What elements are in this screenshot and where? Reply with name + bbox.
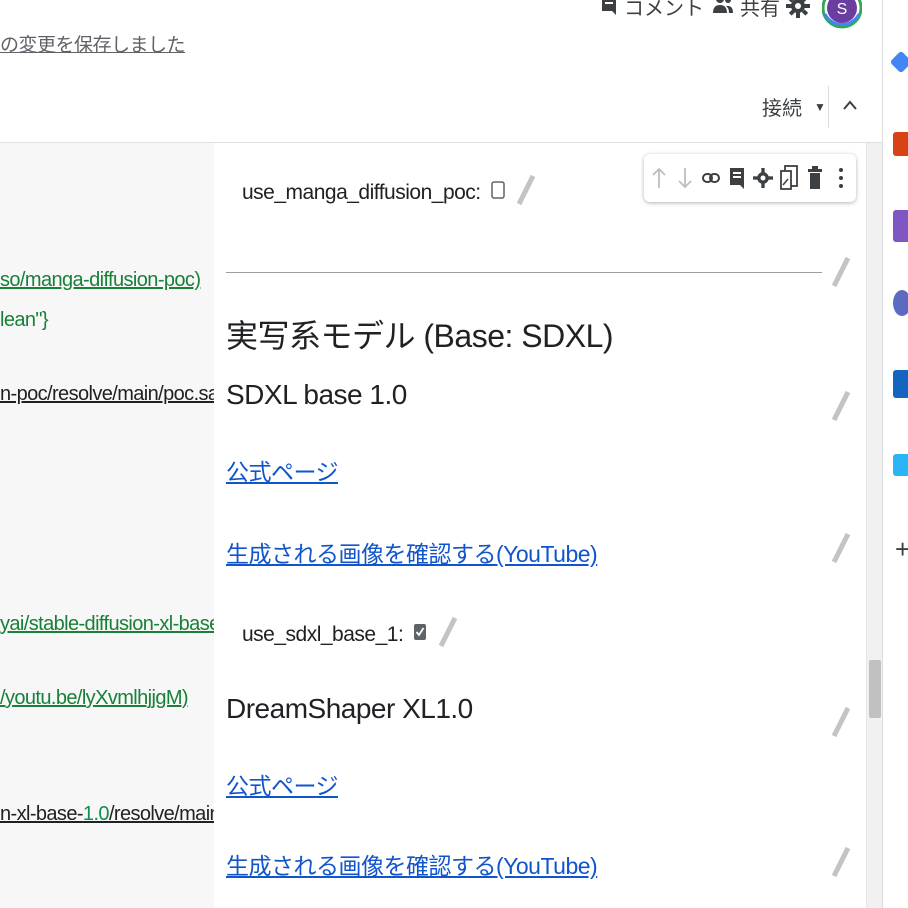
top-header: の変更を保存しました コメント 共有 S: [0, 0, 882, 73]
heading-dreamshaper: DreamShaper XL1.0: [226, 693, 473, 724]
save-status-link[interactable]: の変更を保存しました: [0, 30, 186, 57]
connect-label: 接続: [762, 98, 802, 120]
share-button[interactable]: 共有: [712, 0, 780, 21]
circle-app-icon[interactable]: [893, 290, 908, 316]
paper-plane-icon[interactable]: [893, 454, 908, 476]
link-official-page[interactable]: 公式ページ: [226, 453, 339, 487]
pencil-icon[interactable]: [830, 389, 852, 423]
notebook-toolbar: 接続 ▼: [0, 72, 882, 143]
code-line[interactable]: n-xl-base-1.0/resolve/main/sd_: [0, 803, 214, 826]
form-field-label: use_manga_diffusion_poc:: [242, 181, 481, 204]
comment-icon: [600, 0, 618, 21]
settings-button[interactable]: [786, 0, 810, 23]
link-youtube[interactable]: 生成される画像を確認する(YouTube): [226, 847, 598, 881]
comment-button[interactable]: コメント: [600, 0, 704, 21]
pencil-icon[interactable]: [830, 531, 852, 565]
pencil-icon[interactable]: [830, 705, 852, 739]
form-field-sdxl-base: use_sdxl_base_1:: [242, 615, 459, 655]
add-icon[interactable]: +: [895, 534, 908, 565]
outlook-icon[interactable]: [893, 370, 908, 398]
side-panel: +: [882, 0, 908, 908]
pencil-icon[interactable]: [830, 255, 852, 289]
link-icon[interactable]: [700, 163, 722, 193]
link-youtube[interactable]: 生成される画像を確認する(YouTube): [226, 535, 598, 569]
dropdown-caret-icon[interactable]: ▼: [814, 100, 826, 114]
gemini-icon[interactable]: [889, 50, 908, 74]
form-field-manga-diffusion: use_manga_diffusion_poc:: [242, 173, 537, 213]
code-cell-panel[interactable]: so/manga-diffusion-poc) lean"} n-poc/res…: [0, 143, 214, 908]
arrow-up-icon[interactable]: [648, 163, 670, 193]
arrow-down-icon[interactable]: [674, 163, 696, 193]
delete-icon[interactable]: [804, 163, 826, 193]
code-line[interactable]: so/manga-diffusion-poc): [0, 269, 201, 292]
pencil-icon[interactable]: [515, 173, 537, 213]
code-line[interactable]: yai/stable-diffusion-xl-base-1.0: [0, 613, 214, 636]
code-segment: /resolve/main/sd_: [108, 803, 214, 825]
comment-icon[interactable]: [726, 163, 748, 193]
code-segment: n-xl-base-: [0, 803, 84, 825]
form-field-label: use_sdxl_base_1:: [242, 623, 404, 646]
share-label: 共有: [740, 0, 780, 20]
code-number: 1.0: [82, 803, 110, 825]
heading-sdxl-base: SDXL base 1.0: [226, 379, 407, 410]
settings-gear-icon: [786, 0, 810, 22]
comment-label: コメント: [624, 0, 704, 20]
more-vert-icon[interactable]: [830, 163, 852, 193]
pencil-icon[interactable]: [830, 845, 852, 879]
chevron-up-icon: [840, 100, 860, 124]
code-line[interactable]: n-poc/resolve/main/poc.safete: [0, 383, 214, 406]
heading-realistic-models: 実写系モデル (Base: SDXL): [226, 318, 614, 354]
avatar[interactable]: S: [821, 0, 863, 42]
connect-button[interactable]: 接続 ▼: [762, 92, 826, 121]
link-official-page[interactable]: 公式ページ: [226, 767, 339, 801]
scrollbar-track[interactable]: [866, 143, 883, 908]
horizontal-rule: [226, 272, 822, 273]
avatar-letter: S: [837, 1, 848, 18]
toolbox-icon[interactable]: [893, 132, 908, 156]
scrollbar-thumb[interactable]: [869, 660, 881, 718]
code-line[interactable]: /youtu.be/lyXvmlhjjgM): [0, 687, 189, 710]
collapse-header-button[interactable]: [840, 90, 860, 120]
gear-icon[interactable]: [752, 163, 774, 193]
chess-icon[interactable]: [893, 210, 908, 242]
toolbar-divider: [828, 86, 829, 128]
mirror-cell-icon[interactable]: [778, 163, 800, 193]
checkbox-unchecked[interactable]: [490, 180, 505, 206]
cell-toolbar: [644, 154, 856, 202]
checkbox-checked[interactable]: [413, 622, 427, 648]
code-line: lean"}: [0, 309, 49, 331]
pencil-icon[interactable]: [437, 615, 459, 655]
text-cell-panel: use_manga_diffusion_poc: 実写系モデル (Base: S…: [214, 143, 868, 908]
share-icon: [712, 0, 734, 21]
